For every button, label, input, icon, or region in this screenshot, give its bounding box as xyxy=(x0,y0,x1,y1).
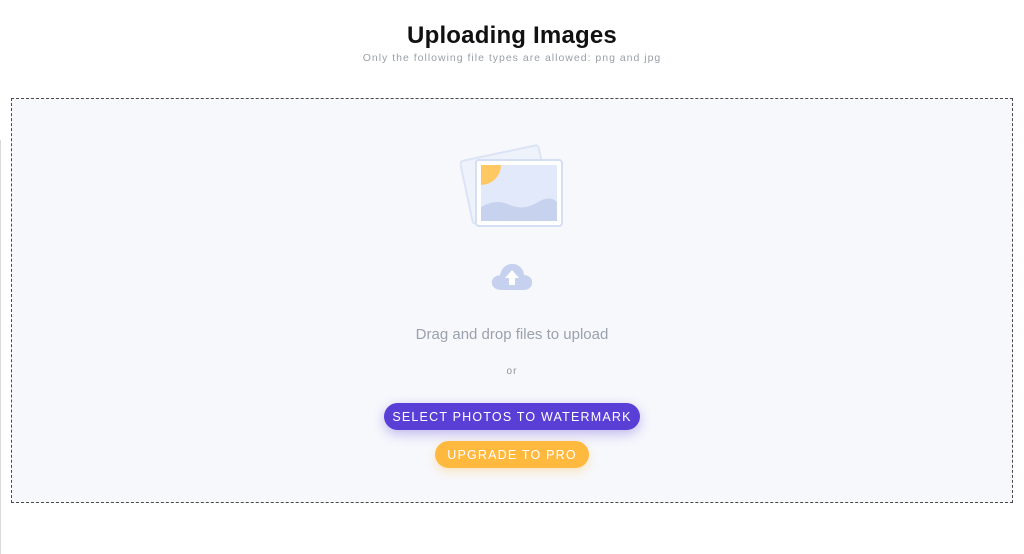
page-left-edge xyxy=(0,140,1,554)
upgrade-to-pro-button[interactable]: UPGRADE TO PRO xyxy=(435,441,589,468)
photos-illustration-icon xyxy=(460,144,563,227)
page-title: Uploading Images xyxy=(407,22,617,49)
allowed-file-types-note: Only the following file types are allowe… xyxy=(362,52,662,64)
select-photos-button[interactable]: SELECT PHOTOS TO WATERMARK xyxy=(384,403,640,430)
drag-drop-instructions: Drag and drop files to upload xyxy=(415,326,609,343)
page-header: Uploading Images Only the following file… xyxy=(0,20,1024,64)
or-separator: or xyxy=(506,366,518,377)
upload-cloud-icon xyxy=(491,263,533,290)
